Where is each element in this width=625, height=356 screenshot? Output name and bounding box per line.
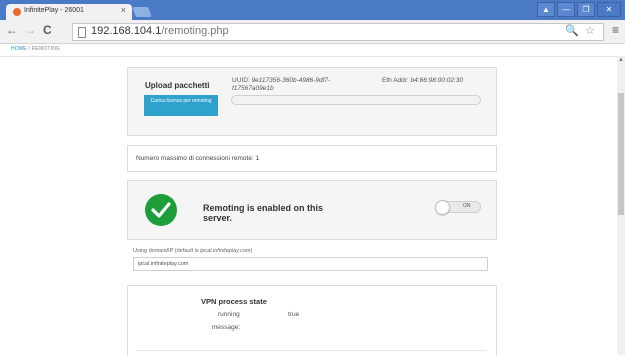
max-connections-panel: Numero massimo di connessioni remote: 1 (127, 145, 497, 172)
domain-input[interactable] (133, 257, 488, 271)
browser-titlebar: InfinitePlay - 26001 × ▲ — ❐ ✕ (0, 0, 625, 20)
toggle-label: ON (463, 203, 471, 209)
vpn-running-label: running (218, 311, 240, 318)
remoting-status-panel: Remoting is enabled on this server. ON (127, 180, 497, 240)
max-connections-text: Numero massimo di connessioni remote: 1 (136, 155, 260, 162)
chrome-menu-icon[interactable]: ≡ (612, 23, 619, 37)
url-text[interactable]: 192.168.104.1/remoting.php (91, 25, 229, 37)
vpn-running-value: true (288, 311, 300, 318)
reload-icon[interactable]: C (43, 23, 52, 37)
uuid-label: UUID: 9e117356-360b-4986-9df7- (232, 77, 331, 84)
tab-title: InfinitePlay - 26001 (24, 7, 84, 14)
browser-tab[interactable]: InfinitePlay - 26001 × (6, 4, 132, 20)
bookmark-star-icon[interactable]: ☆ (585, 24, 595, 37)
eth-address: Eth Addr: b4:66:98:00:02:30 (382, 77, 463, 84)
window-user-icon[interactable]: ▲ (537, 2, 555, 17)
scroll-up-icon[interactable]: ▲ (618, 57, 624, 63)
remoting-toggle[interactable]: ON (435, 200, 481, 215)
domain-label: Using domain/IP (default is ipcal.infini… (133, 248, 253, 254)
vpn-title: VPN process state (201, 297, 267, 306)
breadcrumb-separator: / (28, 46, 30, 52)
window-controls: ▲ — ❐ ✕ (537, 2, 621, 17)
minimize-button[interactable]: — (557, 2, 575, 17)
breadcrumb-home[interactable]: HOME (11, 46, 27, 52)
page-icon (78, 27, 86, 38)
breadcrumb: HOME / REMOTING (11, 46, 60, 52)
remoting-status-text: Remoting is enabled on this server. (203, 203, 324, 223)
scroll-thumb[interactable] (618, 93, 624, 215)
upload-license-button[interactable]: Carica licenza per remoting (144, 95, 218, 116)
page-scrollbar[interactable]: ▲ (617, 56, 625, 355)
checkmark-icon (145, 194, 177, 226)
vpn-divider (136, 350, 486, 351)
vpn-panel: VPN process state running true message: (127, 285, 497, 356)
address-bar[interactable]: 192.168.104.1/remoting.php 🔍 ☆ (72, 23, 604, 41)
breadcrumb-bar: HOME / REMOTING (0, 44, 625, 57)
upload-panel: Upload pacchetti Carica licenza per remo… (127, 67, 497, 136)
uuid-value-cont: f17567a09e1b (232, 85, 274, 92)
vpn-message-label: message: (212, 324, 241, 331)
forward-arrow-icon[interactable]: → (24, 23, 36, 37)
breadcrumb-current: REMOTING (31, 46, 61, 52)
zoom-icon[interactable]: 🔍 (565, 24, 579, 37)
favicon-icon (13, 8, 21, 16)
browser-toolbar: ← → C 192.168.104.1/remoting.php 🔍 ☆ ≡ (0, 20, 625, 44)
tab-close-icon[interactable]: × (121, 5, 126, 15)
new-tab-button[interactable] (132, 7, 152, 17)
maximize-button[interactable]: ❐ (577, 2, 595, 17)
eth-value: b4:66:98:00:02:30 (410, 77, 463, 84)
upload-title: Upload pacchetti (145, 81, 210, 90)
close-window-button[interactable]: ✕ (597, 2, 621, 17)
toggle-knob[interactable] (435, 200, 450, 215)
uuid-value: 9e117356-360b-4986-9df7- (251, 77, 331, 84)
back-arrow-icon[interactable]: ← (6, 23, 18, 37)
upload-progress-bar (231, 95, 481, 105)
